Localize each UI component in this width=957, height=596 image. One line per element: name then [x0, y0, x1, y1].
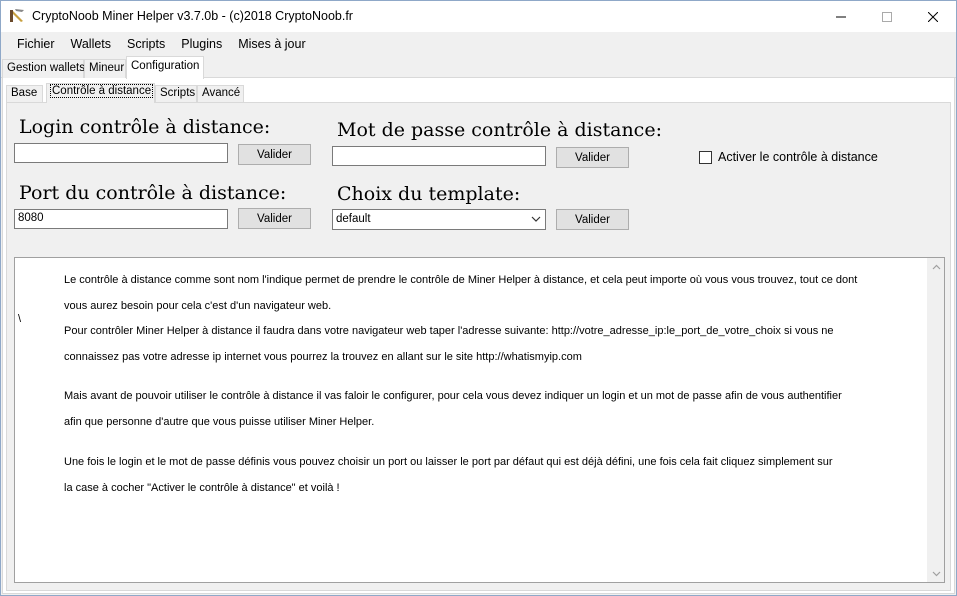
tab-controle-label: Contrôle à distance: [49, 84, 154, 98]
template-select[interactable]: default: [332, 209, 546, 230]
menu-plugins[interactable]: Plugins: [173, 32, 230, 56]
title-bar: CryptoNoob Miner Helper v3.7.0b - (c)201…: [1, 1, 956, 32]
help-line-7: Une fois le login et le mot de passe déf…: [64, 456, 833, 468]
tab-gestion-wallets[interactable]: Gestion wallets: [2, 59, 85, 78]
enable-remote-checkbox[interactable]: Activer le contrôle à distance: [699, 150, 878, 164]
app-window: CryptoNoob Miner Helper v3.7.0b - (c)201…: [0, 0, 957, 596]
menu-scripts[interactable]: Scripts: [119, 32, 173, 56]
tab-base[interactable]: Base: [6, 85, 43, 102]
menu-wallets[interactable]: Wallets: [63, 32, 120, 56]
password-label: Mot de passe contrôle à distance:: [337, 119, 662, 141]
stray-backslash: \: [18, 313, 22, 325]
main-tab-strip: Gestion wallets Mineur Configuration: [1, 56, 956, 79]
help-line-2: vous aurez besoin pour cela c'est d'un n…: [64, 300, 332, 312]
minimize-button[interactable]: [818, 1, 864, 32]
help-line-8: la case à cocher "Activer le contrôle à …: [64, 482, 340, 494]
maximize-button[interactable]: [864, 1, 910, 32]
template-label: Choix du template:: [337, 183, 521, 205]
validate-password-button[interactable]: Valider: [556, 147, 629, 168]
template-selected-value: default: [336, 213, 371, 225]
checkbox-box[interactable]: [699, 150, 712, 164]
menu-fichier[interactable]: Fichier: [9, 32, 63, 56]
port-label: Port du contrôle à distance:: [19, 182, 287, 204]
help-text-area[interactable]: \ Le contrôle à distance comme sont nom …: [14, 257, 945, 583]
tab-scripts[interactable]: Scripts: [155, 85, 197, 102]
config-tab-strip: Base Contrôle à distance Scripts Avancé: [5, 83, 951, 103]
menu-bar: Fichier Wallets Scripts Plugins Mises à …: [1, 32, 956, 56]
help-line-4: connaissez pas votre adresse ip internet…: [64, 351, 582, 363]
login-input[interactable]: [14, 143, 228, 163]
tab-controle-a-distance[interactable]: Contrôle à distance: [46, 83, 155, 103]
password-input[interactable]: [332, 146, 546, 166]
validate-login-button[interactable]: Valider: [238, 144, 311, 165]
pickaxe-icon: [9, 8, 25, 24]
validate-port-button[interactable]: Valider: [238, 208, 311, 229]
scroll-down-icon[interactable]: [928, 565, 945, 582]
tab-avance[interactable]: Avancé: [197, 85, 244, 102]
chevron-down-icon: [531, 214, 541, 224]
port-input[interactable]: 8080: [14, 209, 228, 229]
help-line-1: Le contrôle à distance comme sont nom l'…: [64, 274, 858, 286]
window-title: CryptoNoob Miner Helper v3.7.0b - (c)201…: [32, 9, 353, 23]
scroll-up-icon[interactable]: [928, 258, 945, 275]
menu-mises-a-jour[interactable]: Mises à jour: [230, 32, 313, 56]
vertical-scrollbar[interactable]: [927, 258, 944, 582]
validate-template-button[interactable]: Valider: [556, 209, 629, 230]
tab-mineur[interactable]: Mineur: [84, 59, 126, 78]
close-button[interactable]: [910, 1, 956, 32]
help-line-6: afin que personne d'autre que vous puiss…: [64, 416, 375, 428]
enable-remote-label: Activer le contrôle à distance: [718, 150, 878, 164]
login-label: Login contrôle à distance:: [19, 116, 271, 138]
tab-configuration[interactable]: Configuration: [126, 56, 204, 79]
help-line-5: Mais avant de pouvoir utiliser le contrô…: [64, 390, 842, 402]
help-line-3: Pour contrôler Miner Helper à distance i…: [64, 325, 834, 337]
